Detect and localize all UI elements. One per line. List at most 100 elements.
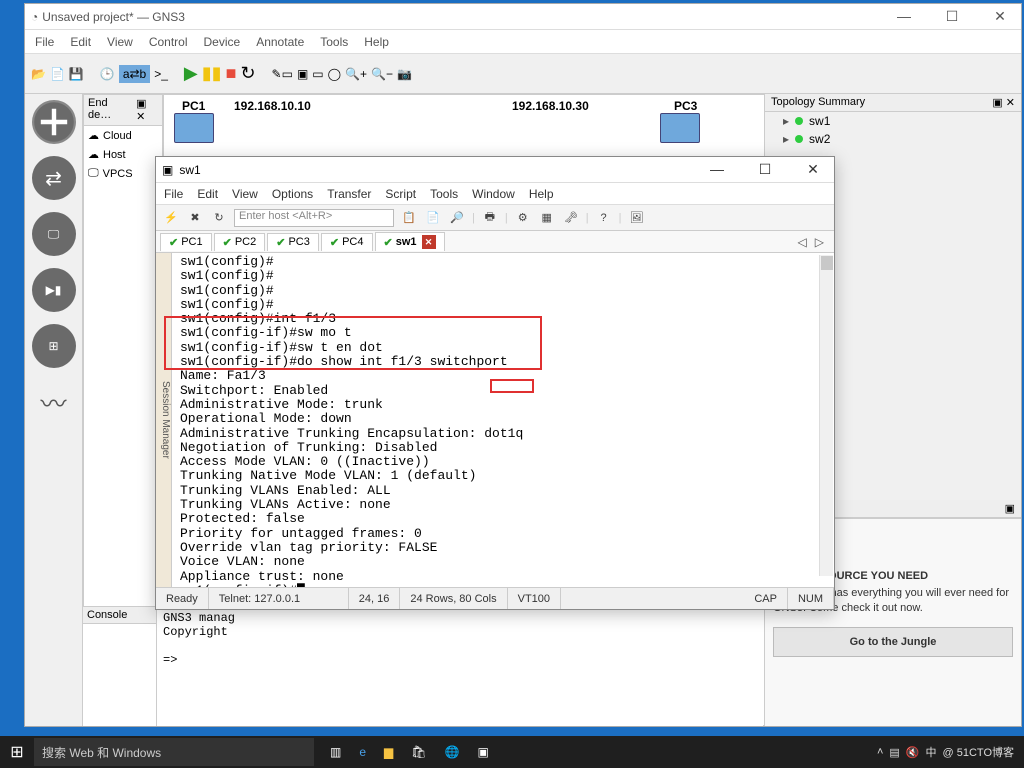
- browser-icon[interactable]: 🌐: [445, 745, 460, 759]
- tab-pc2[interactable]: ✔PC2: [214, 233, 266, 251]
- pc1-label: PC1: [182, 99, 205, 113]
- tray-network-icon[interactable]: ▤: [889, 746, 899, 759]
- play-icon[interactable]: ▶: [184, 63, 198, 84]
- clock-icon[interactable]: 🕒: [100, 67, 115, 81]
- image-icon[interactable]: ▣: [297, 67, 308, 81]
- tab-pc4[interactable]: ✔PC4: [321, 233, 373, 251]
- tray-ime-icon[interactable]: 中: [926, 744, 937, 760]
- store-icon[interactable]: 🛍: [411, 745, 426, 759]
- menu-file[interactable]: File: [164, 187, 183, 201]
- task-view-icon[interactable]: ▥: [330, 745, 341, 759]
- maximize-button[interactable]: ☐: [937, 8, 967, 25]
- console-output[interactable]: GNS3 manag Copyright =>: [157, 607, 763, 726]
- explorer-icon[interactable]: ▆: [384, 745, 393, 759]
- status-dot-icon: [795, 117, 803, 125]
- zoom-out-icon[interactable]: 🔍−: [371, 67, 393, 81]
- copy-icon[interactable]: 📋: [400, 211, 418, 224]
- pc1-node[interactable]: [174, 113, 214, 143]
- maximize-button[interactable]: ☐: [750, 161, 780, 178]
- reload-icon[interactable]: ↻: [240, 63, 255, 84]
- menu-transfer[interactable]: Transfer: [327, 187, 371, 201]
- reconnect-icon[interactable]: ↻: [210, 211, 228, 224]
- panel-undock-icon[interactable]: ▣ ✕: [992, 96, 1015, 109]
- paste-icon[interactable]: 📄: [424, 211, 442, 224]
- tab-pc3[interactable]: ✔PC3: [267, 233, 319, 251]
- menu-annotate[interactable]: Annotate: [256, 35, 304, 49]
- menu-tools[interactable]: Tools: [430, 187, 458, 201]
- disconnect-icon[interactable]: ✖: [186, 211, 204, 224]
- tab-prev-icon[interactable]: ◁: [798, 235, 807, 249]
- device-vpcs[interactable]: 🖵VPCS: [84, 164, 162, 183]
- find-icon[interactable]: 🔎: [448, 211, 466, 224]
- session-manager-label[interactable]: Session Manager: [156, 253, 172, 587]
- open-icon[interactable]: 📂: [31, 67, 46, 81]
- all-devices-category[interactable]: ⊞: [32, 324, 76, 368]
- panel-undock-icon[interactable]: ▣: [1005, 502, 1015, 515]
- go-to-jungle-button[interactable]: Go to the Jungle: [773, 627, 1013, 657]
- taskbar-search[interactable]: 搜索 Web 和 Windows: [34, 738, 314, 766]
- gns3-titlebar[interactable]: ◔Unsaved project* — GNS3 — ☐ ✕: [25, 4, 1021, 30]
- switches-category[interactable]: ⇄: [32, 156, 76, 200]
- session-icon[interactable]: ▦: [538, 211, 556, 224]
- close-tab-icon[interactable]: ✕: [422, 235, 436, 249]
- key-icon[interactable]: 🗝: [562, 211, 580, 224]
- tray-up-icon[interactable]: ˄: [877, 746, 883, 758]
- menu-window[interactable]: Window: [472, 187, 515, 201]
- close-button[interactable]: ✕: [985, 8, 1015, 25]
- menu-tools[interactable]: Tools: [320, 35, 348, 49]
- pause-icon[interactable]: ▮▮: [202, 63, 222, 84]
- security-category[interactable]: ▶▮: [32, 268, 76, 312]
- app-icon[interactable]: ▣: [477, 745, 488, 759]
- minimize-button[interactable]: —: [702, 161, 732, 178]
- windows-taskbar[interactable]: ⊞ 搜索 Web 和 Windows ▥ e ▆ 🛍 🌐 ▣ ˄ ▤ 🔇 中 @…: [0, 736, 1024, 768]
- ellipse-icon[interactable]: ◯: [328, 67, 341, 81]
- tray-volume-icon[interactable]: 🔇: [906, 746, 920, 759]
- end-devices-category[interactable]: 🖵: [32, 212, 76, 256]
- gns3-console-dock: Console GNS3 manag Copyright =>: [83, 606, 763, 726]
- console-icon[interactable]: >_: [154, 67, 168, 81]
- zoom-in-icon[interactable]: 🔍+: [345, 67, 367, 81]
- menu-help[interactable]: Help: [529, 187, 554, 201]
- minimize-button[interactable]: —: [889, 8, 919, 25]
- scrollbar-vertical[interactable]: [819, 255, 833, 576]
- edge-icon[interactable]: e: [359, 745, 366, 759]
- menu-view[interactable]: View: [232, 187, 258, 201]
- link-icon[interactable]: a⇄b: [119, 65, 150, 83]
- pc3-node[interactable]: [660, 113, 700, 143]
- menu-help[interactable]: Help: [364, 35, 389, 49]
- menu-file[interactable]: File: [35, 35, 54, 49]
- screenshot-icon[interactable]: 📷: [397, 67, 412, 81]
- tab-pc1[interactable]: ✔PC1: [160, 233, 212, 251]
- terminal-output[interactable]: sw1(config)# sw1(config)# sw1(config)# s…: [172, 253, 834, 587]
- device-cloud[interactable]: ☁Cloud: [84, 126, 162, 145]
- menu-edit[interactable]: Edit: [197, 187, 218, 201]
- stop-icon[interactable]: ■: [226, 63, 237, 84]
- terminal-titlebar[interactable]: ▣sw1 — ☐ ✕: [156, 157, 834, 183]
- menu-options[interactable]: Options: [272, 187, 313, 201]
- rect-icon[interactable]: ▭: [312, 67, 323, 81]
- connect-icon[interactable]: ⚡: [162, 211, 180, 224]
- menu-control[interactable]: Control: [149, 35, 188, 49]
- routers-category[interactable]: [32, 100, 76, 144]
- host-input[interactable]: Enter host <Alt+R>: [234, 209, 394, 227]
- menu-edit[interactable]: Edit: [70, 35, 91, 49]
- node-sw2[interactable]: ▸sw2: [765, 130, 1021, 148]
- node-sw1[interactable]: ▸sw1: [765, 112, 1021, 130]
- tab-next-icon[interactable]: ▷: [815, 235, 824, 249]
- panel-undock-icon[interactable]: ▣ ✕: [136, 97, 158, 123]
- menu-script[interactable]: Script: [385, 187, 416, 201]
- settings-icon[interactable]: ⚙: [514, 211, 532, 224]
- start-button[interactable]: ⊞: [0, 736, 34, 768]
- save-icon[interactable]: 💾: [69, 67, 84, 81]
- menu-view[interactable]: View: [107, 35, 133, 49]
- help-icon[interactable]: ?: [595, 212, 613, 224]
- tools-icon[interactable]: 🖼: [627, 211, 645, 224]
- print-icon[interactable]: 🖶: [481, 208, 499, 227]
- device-host[interactable]: ☁Host: [84, 145, 162, 164]
- tab-sw1[interactable]: ✔sw1✕: [375, 232, 445, 251]
- add-link-icon[interactable]: 〰: [32, 380, 76, 424]
- close-button[interactable]: ✕: [798, 161, 828, 178]
- menu-device[interactable]: Device: [204, 35, 241, 49]
- new-icon[interactable]: 📄: [50, 67, 65, 81]
- note-icon[interactable]: ✎▭: [272, 67, 293, 81]
